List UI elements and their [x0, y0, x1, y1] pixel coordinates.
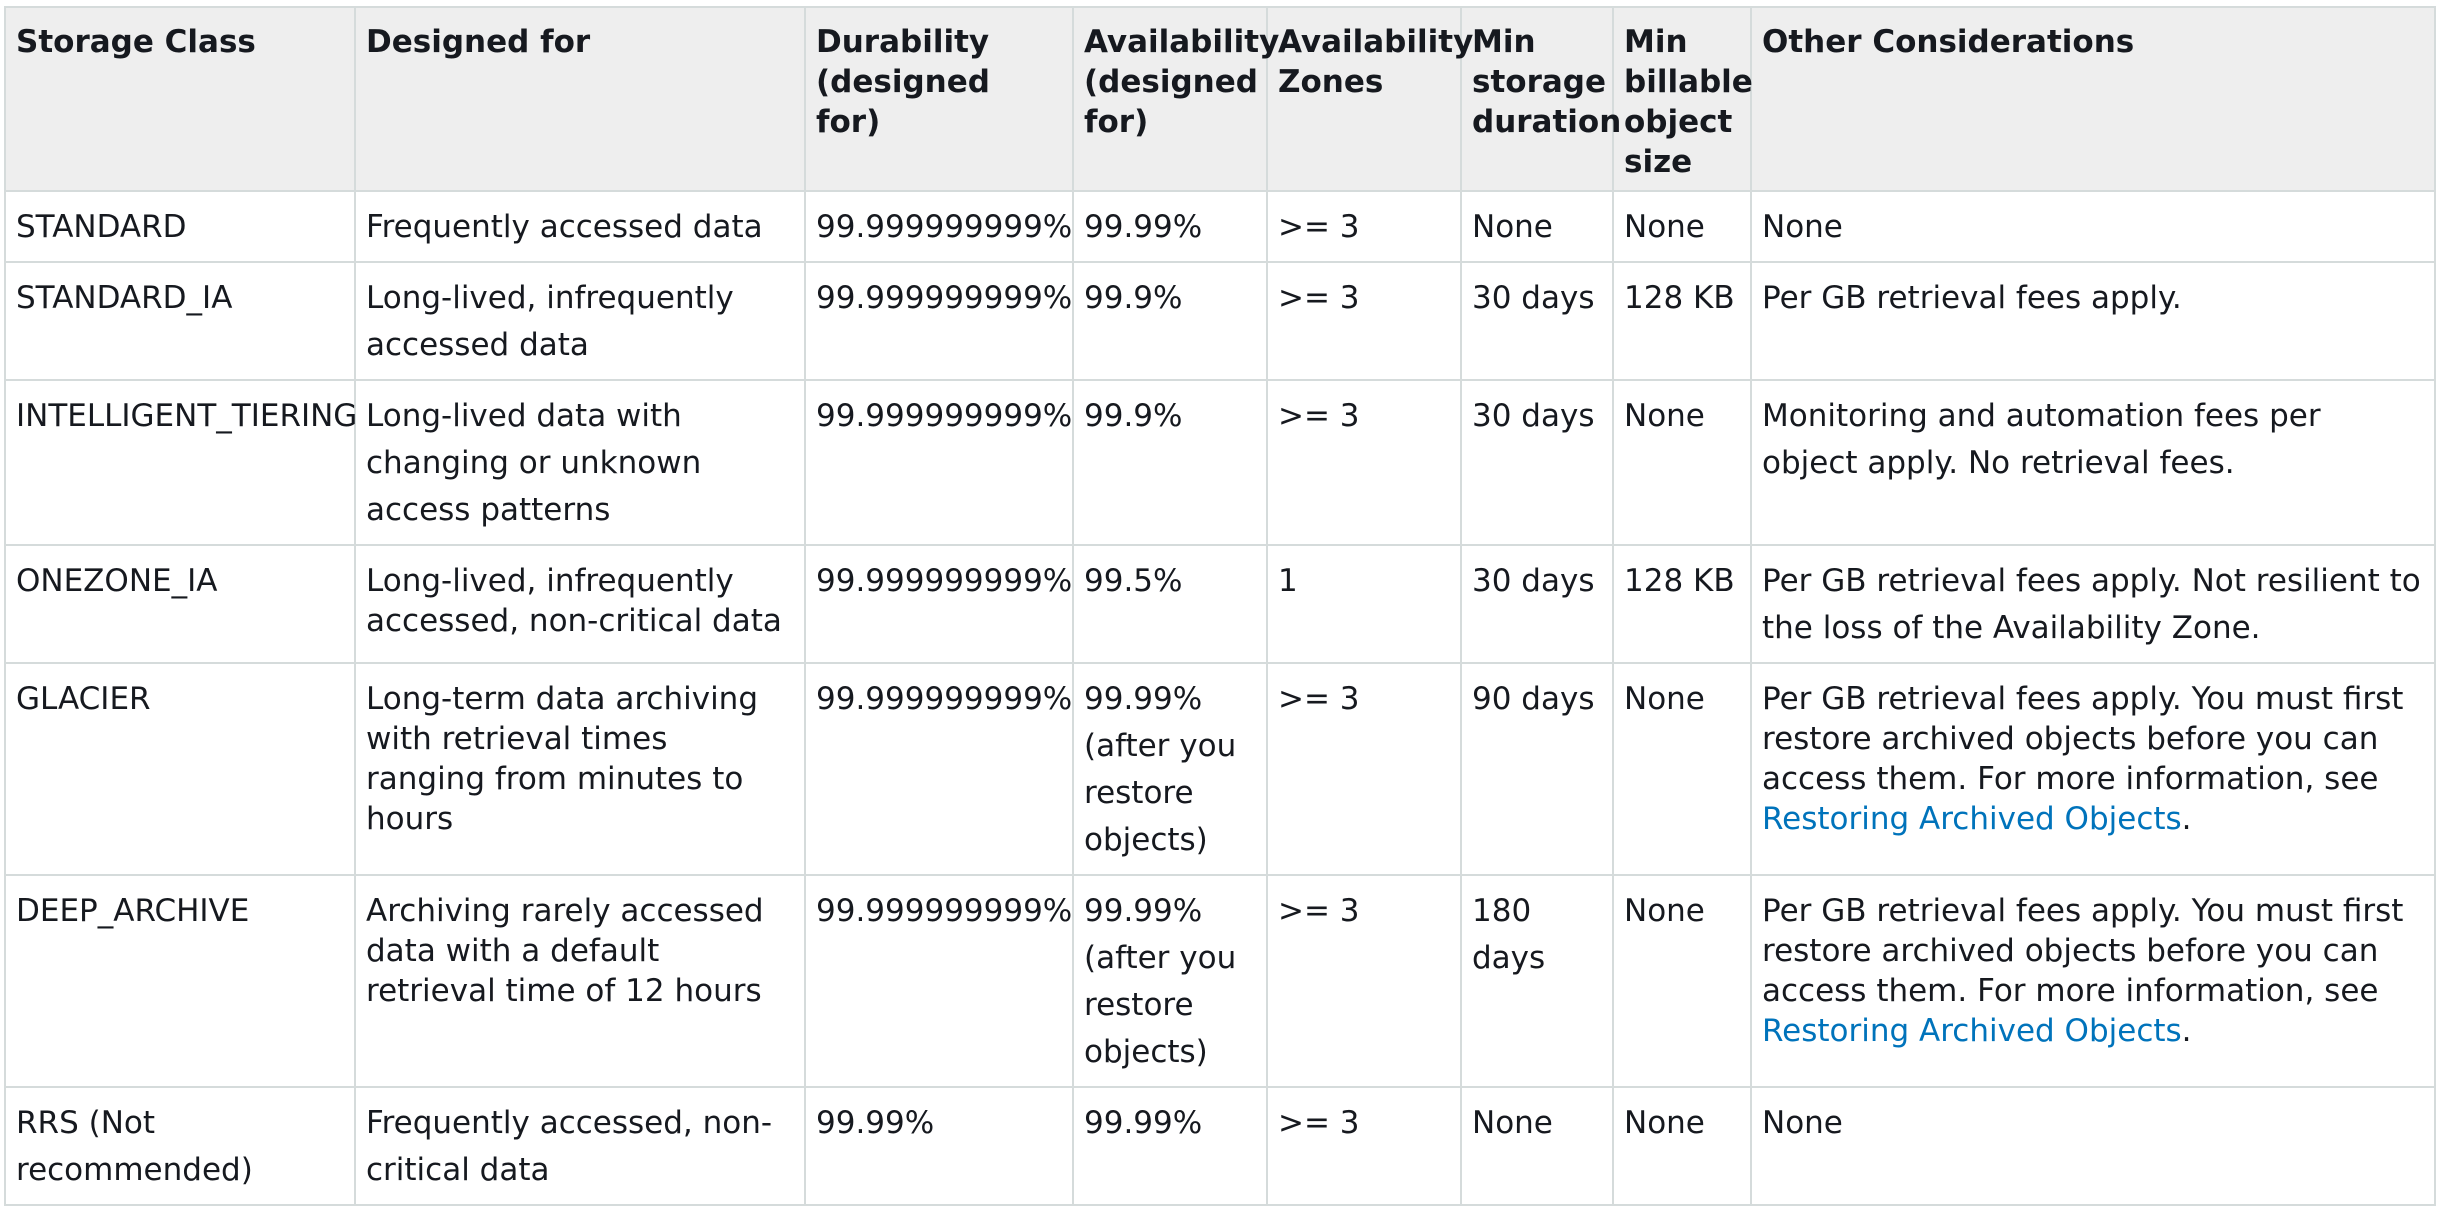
cell-durability: 99.99% [804, 1086, 1074, 1206]
header-designed-for: Designed for [354, 6, 806, 192]
cell-min-storage-duration: None [1460, 190, 1614, 263]
cell-durability: 99.999999999% [804, 874, 1074, 1088]
cell-availability: 99.99% [1072, 190, 1268, 263]
cell-availability: 99.9% [1072, 379, 1268, 546]
header-min-billable-object-size: Min billable object size [1612, 6, 1753, 192]
cell-durability: 99.999999999% [804, 662, 1074, 876]
restoring-archived-objects-link[interactable]: Restoring Archived Objects [1762, 1013, 2182, 1049]
cell-durability: 99.999999999% [804, 379, 1074, 546]
header-availability: Availability (designed for) [1072, 6, 1279, 192]
table-row-onezone-ia: ONEZONE_IA Long-lived, infrequently acce… [4, 544, 2436, 664]
cell-availability-zones: >= 3 [1266, 874, 1462, 1088]
cell-availability: 99.99% (after you restore objects) [1072, 874, 1268, 1088]
cell-other-considerations: None [1750, 1086, 2436, 1206]
cell-storage-class: STANDARD [4, 190, 356, 263]
cell-designed-for: Long-lived, infrequently accessed data [354, 261, 806, 381]
cell-availability: 99.9% [1072, 261, 1268, 381]
cell-min-storage-duration: 30 days [1460, 379, 1614, 546]
cell-min-storage-duration: 30 days [1460, 261, 1614, 381]
cell-durability: 99.999999999% [804, 190, 1074, 263]
header-other-considerations: Other Considerations [1750, 6, 2436, 192]
cell-min-storage-duration: None [1460, 1086, 1614, 1206]
table-row-intelligent-tiering: INTELLIGENT_TIERING Long-lived data with… [4, 379, 2436, 546]
table-row-rrs: RRS (Not recommended) Frequently accesse… [4, 1086, 2436, 1206]
cell-other-considerations: None [1750, 190, 2436, 263]
cell-availability-zones: >= 3 [1266, 261, 1462, 381]
header-durability: Durability (designed for) [804, 6, 1074, 192]
cell-availability-zones: >= 3 [1266, 1086, 1462, 1206]
cell-durability: 99.999999999% [804, 544, 1074, 664]
table-row-standard: STANDARD Frequently accessed data 99.999… [4, 190, 2436, 263]
cell-storage-class: GLACIER [4, 662, 356, 876]
cell-other-considerations: Per GB retrieval fees apply. You must fi… [1750, 662, 2436, 876]
cell-storage-class: STANDARD_IA [4, 261, 356, 381]
cell-min-billable-object-size: None [1612, 662, 1752, 876]
storage-class-table-container: Storage Class Designed for Durability (d… [0, 0, 2438, 1206]
cell-availability: 99.99% (after you restore objects) [1072, 662, 1268, 876]
cell-min-billable-object-size: None [1612, 874, 1752, 1088]
cell-storage-class: RRS (Not recommended) [4, 1086, 356, 1206]
other-considerations-suffix: . [2181, 1013, 2192, 1049]
table-header-row: Storage Class Designed for Durability (d… [4, 6, 2436, 192]
cell-availability-zones: >= 3 [1266, 379, 1462, 546]
cell-min-billable-object-size: 128 KB [1612, 544, 1752, 664]
other-considerations-suffix: . [2181, 801, 2192, 837]
cell-min-storage-duration: 30 days [1460, 544, 1614, 664]
cell-designed-for: Long-lived data with changing or unknown… [354, 379, 806, 546]
cell-durability: 99.999999999% [804, 261, 1074, 381]
cell-other-considerations: Per GB retrieval fees apply. Not resilie… [1750, 544, 2436, 664]
table-row-deep-archive: DEEP_ARCHIVE Archiving rarely accessed d… [4, 874, 2436, 1088]
cell-storage-class: DEEP_ARCHIVE [4, 874, 356, 1088]
cell-other-considerations: Per GB retrieval fees apply. [1750, 261, 2436, 381]
header-min-storage-duration: Min storage duration [1460, 6, 1621, 192]
cell-designed-for: Archiving rarely accessed data with a de… [354, 874, 806, 1088]
cell-storage-class: INTELLIGENT_TIERING [4, 379, 357, 546]
cell-designed-for: Long-term data archiving with retrieval … [354, 662, 806, 876]
cell-min-billable-object-size: None [1612, 1086, 1752, 1206]
cell-designed-for: Frequently accessed data [354, 190, 806, 263]
cell-designed-for: Long-lived, infrequently accessed, non-c… [354, 544, 806, 664]
cell-min-storage-duration: 90 days [1460, 662, 1614, 876]
header-storage-class: Storage Class [4, 6, 356, 192]
cell-min-billable-object-size: 128 KB [1612, 261, 1752, 381]
cell-availability-zones: >= 3 [1266, 190, 1462, 263]
storage-class-table: Storage Class Designed for Durability (d… [4, 6, 2436, 1206]
cell-min-billable-object-size: None [1612, 190, 1752, 263]
cell-availability-zones: 1 [1266, 544, 1462, 664]
cell-designed-for: Frequently accessed, non-critical data [354, 1086, 806, 1206]
cell-availability-zones: >= 3 [1266, 662, 1462, 876]
other-considerations-text: Per GB retrieval fees apply. You must fi… [1762, 681, 2404, 797]
cell-min-storage-duration: 180 days [1460, 874, 1614, 1088]
cell-availability: 99.99% [1072, 1086, 1268, 1206]
cell-other-considerations: Per GB retrieval fees apply. You must fi… [1750, 874, 2436, 1088]
table-row-glacier: GLACIER Long-term data archiving with re… [4, 662, 2436, 876]
restoring-archived-objects-link[interactable]: Restoring Archived Objects [1762, 801, 2182, 837]
table-row-standard-ia: STANDARD_IA Long-lived, infrequently acc… [4, 261, 2436, 381]
cell-min-billable-object-size: None [1612, 379, 1752, 546]
other-considerations-text: Per GB retrieval fees apply. You must fi… [1762, 893, 2404, 1009]
cell-storage-class: ONEZONE_IA [4, 544, 356, 664]
header-availability-zones: Availability Zones [1266, 6, 1473, 192]
cell-availability: 99.5% [1072, 544, 1268, 664]
cell-other-considerations: Monitoring and automation fees per objec… [1750, 379, 2436, 546]
